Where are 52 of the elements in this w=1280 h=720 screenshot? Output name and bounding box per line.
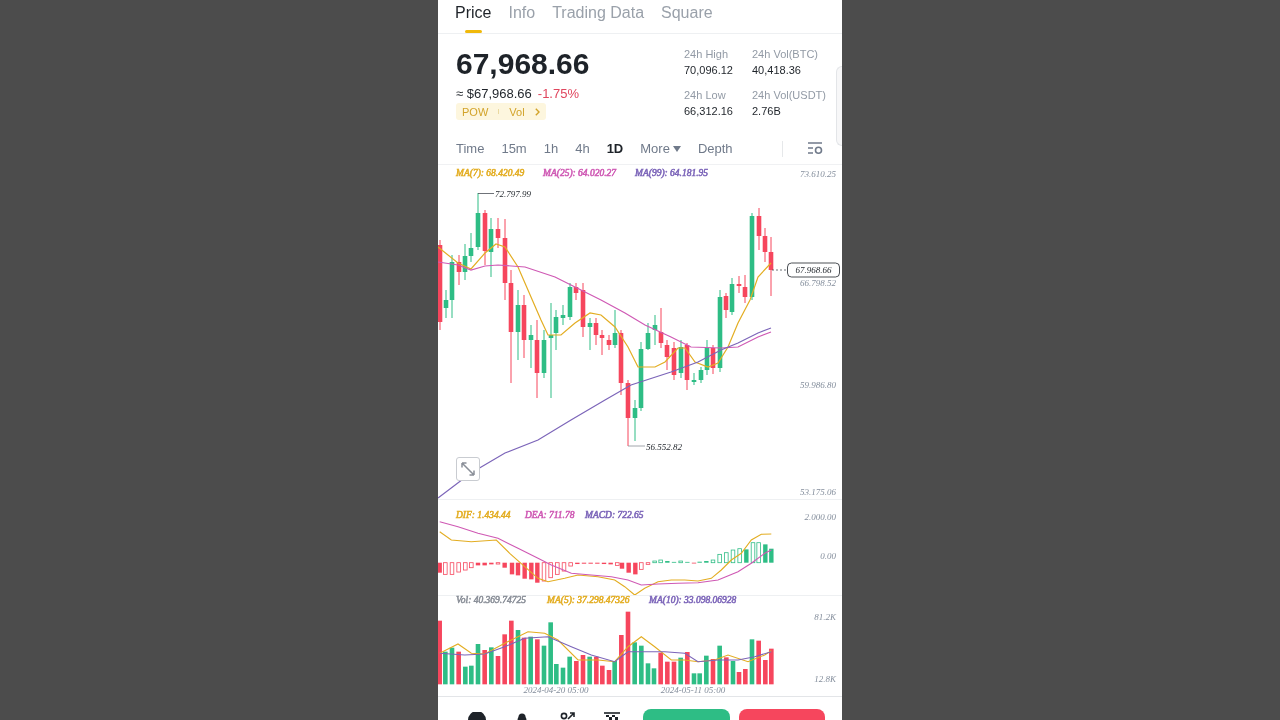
tab[interactable]: Square: [661, 0, 713, 33]
interval-tab[interactable]: More: [640, 139, 681, 158]
dot-icon[interactable]: [517, 712, 527, 720]
ma-legend-label: MA(7): 68.420.49: [456, 168, 525, 178]
tag-label: POW: [462, 104, 489, 119]
price-axis-label: 73.610.25: [800, 169, 836, 179]
stat-value: 70,096.12: [684, 63, 734, 78]
interval-tab[interactable]: 4h: [575, 139, 590, 158]
macd-axis-label: 0.00: [820, 551, 836, 561]
expand-icon[interactable]: [456, 457, 480, 481]
chevron-right-icon: [534, 107, 540, 116]
date-axis-label: 2024-05-11 05:00: [660, 685, 726, 695]
interval-tab[interactable]: 1h: [543, 139, 559, 158]
price-axis-label: 66.798.52: [800, 278, 836, 288]
stat-value: 2.76B: [752, 104, 782, 119]
interval-tab[interactable]: 15m: [501, 139, 527, 158]
interval-tab[interactable]: Depth: [697, 139, 733, 158]
stat-label: 24h High: [684, 47, 730, 62]
last-price: 67,968.66: [456, 46, 590, 82]
checkered-icon[interactable]: [604, 712, 620, 720]
price-axis-label: 53.175.06: [800, 487, 836, 497]
interval-tab[interactable]: 1D: [606, 139, 624, 158]
macd-legend-label: DIF: 1.434.44: [456, 510, 511, 520]
caret-down-icon: [672, 145, 681, 152]
scroll-handle[interactable]: [836, 66, 842, 146]
tab[interactable]: Price: [455, 0, 492, 33]
fiat-price: ≈ $67,968.66: [456, 86, 532, 102]
stat-label: 24h Vol(USDT): [752, 88, 827, 103]
stat-value: 40,418.36: [752, 63, 802, 78]
action-button[interactable]: [739, 709, 825, 720]
volume-legend-label: MA(10): 33.098.06928: [649, 595, 737, 605]
tag-label: Vol: [509, 104, 525, 119]
tab[interactable]: Info: [508, 0, 536, 33]
ma-legend-label: MA(99): 64.181.95: [635, 168, 709, 178]
interval-tab[interactable]: Time: [456, 139, 485, 158]
ma-legend-label: MA(25): 64.020.27: [543, 168, 617, 178]
chart-settings-icon[interactable]: [808, 142, 823, 155]
volume-axis-label: 12.8K: [814, 674, 836, 684]
volume-legend-label: MA(5): 37.298.47326: [547, 595, 630, 605]
arrow-icon[interactable]: [560, 712, 576, 720]
stat-label: 24h Vol(BTC): [752, 47, 820, 62]
volume-legend-label: Vol: 40.369.74725: [456, 595, 526, 605]
macd-legend-label: MACD: 722.65: [585, 510, 644, 520]
stat-value: 66,312.16: [684, 104, 734, 119]
macd-legend-label: DEA: 711.78: [525, 510, 575, 520]
date-axis-label: 2024-04-20 05:00: [523, 685, 589, 695]
tab[interactable]: Trading Data: [552, 0, 645, 33]
macd-axis-label: 2.000.00: [804, 512, 836, 522]
volume-axis-label: 81.2K: [814, 612, 836, 622]
stat-label: 24h Low: [684, 88, 727, 103]
price-axis-label: 59.986.80: [800, 380, 836, 390]
price-change: -1.75%: [537, 86, 579, 102]
